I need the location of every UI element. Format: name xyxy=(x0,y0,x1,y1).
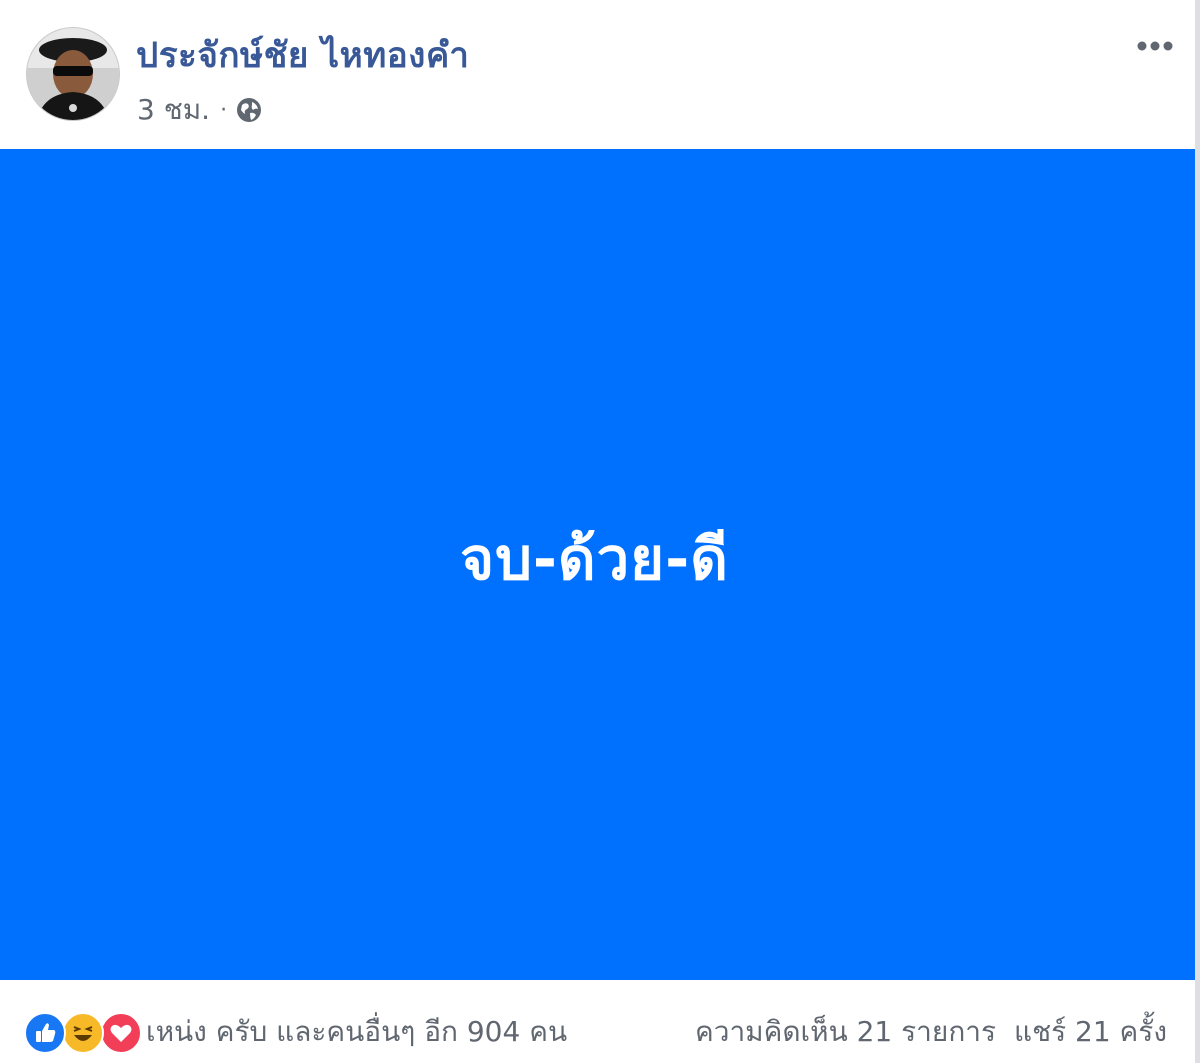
author-name[interactable]: ประจักษ์ชัย ไหทองคำ xyxy=(136,28,469,83)
post-card: ประจักษ์ชัย ไหทองคำ 3 ชม. · จบ-ด้วย-ดี เ… xyxy=(0,0,1200,1063)
post-meta: 3 ชม. · xyxy=(137,88,263,132)
like-icon[interactable] xyxy=(24,1012,66,1054)
love-icon[interactable] xyxy=(100,1012,142,1054)
meta-separator: · xyxy=(220,97,228,123)
engagement-stats: ความคิดเห็น 21 รายการ แชร์ 21 ครั้ง xyxy=(695,1010,1167,1054)
globe-icon[interactable] xyxy=(235,96,263,124)
reaction-icons[interactable] xyxy=(24,1012,142,1054)
reaction-summary-text[interactable]: เหน่ง ครับ และคนอื่นๆ อีก 904 คน xyxy=(146,1010,567,1054)
post-content-background: จบ-ด้วย-ดี xyxy=(0,149,1195,980)
reaction-summary[interactable]: เหน่ง ครับ และคนอื่นๆ อีก 904 คน xyxy=(24,1010,567,1054)
more-options-icon[interactable] xyxy=(1130,34,1180,58)
card-border xyxy=(1195,0,1200,1063)
haha-icon[interactable] xyxy=(62,1012,104,1054)
shares-count-link[interactable]: แชร์ 21 ครั้ง xyxy=(1014,1010,1167,1054)
comments-count-link[interactable]: ความคิดเห็น 21 รายการ xyxy=(695,1010,996,1054)
post-timestamp[interactable]: 3 ชม. xyxy=(137,88,210,132)
post-header: ประจักษ์ชัย ไหทองคำ 3 ชม. · xyxy=(0,0,1195,149)
avatar[interactable] xyxy=(26,27,120,121)
avatar-photo xyxy=(27,28,119,120)
post-footer: เหน่ง ครับ และคนอื่นๆ อีก 904 คน ความคิด… xyxy=(0,980,1195,1063)
post-content-text: จบ-ด้วย-ดี xyxy=(460,525,729,593)
